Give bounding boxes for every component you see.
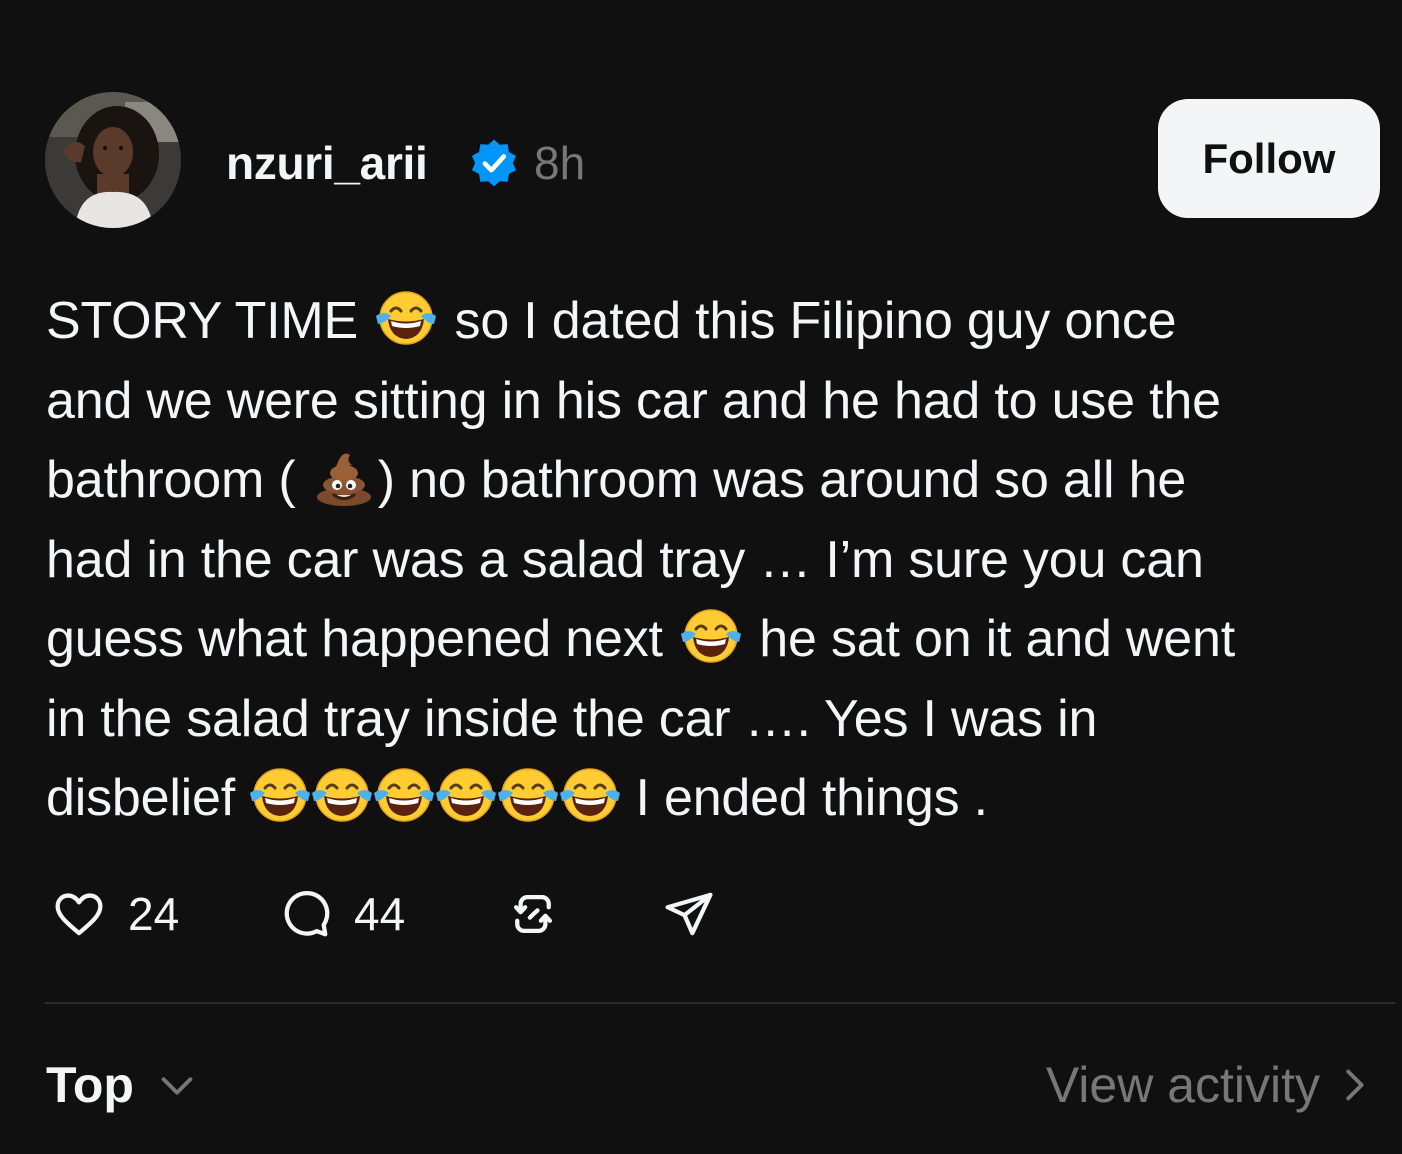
post-text-line: had in the car was a salad tray … I’m su… bbox=[46, 521, 1346, 601]
heart-icon bbox=[55, 893, 103, 936]
repost-icon bbox=[513, 894, 553, 934]
post-text-segment: and we were sitting in his car and he ha… bbox=[46, 371, 1221, 430]
send-icon bbox=[665, 892, 713, 936]
author-username[interactable]: nzuri_arii bbox=[226, 135, 428, 191]
face-with-tears-of-joy-emoji-icon bbox=[248, 763, 312, 827]
reply-count: 44 bbox=[354, 888, 406, 940]
post-header: nzuri_arii 8h Follow bbox=[45, 92, 1380, 228]
post-actions: 24 44 bbox=[52, 884, 752, 944]
face-with-tears-of-joy-emoji-icon bbox=[372, 763, 436, 827]
post-text-line: in the salad tray inside the car …. Yes … bbox=[46, 680, 1346, 760]
post-text-segment: had in the car was a salad tray … I’m su… bbox=[46, 530, 1204, 589]
post-text-segment: I ended things . bbox=[621, 769, 988, 827]
face-with-tears-of-joy-emoji-icon bbox=[679, 604, 743, 668]
view-activity-link[interactable]: View activity bbox=[1046, 1055, 1374, 1115]
post-text-segment: guess what happened next bbox=[46, 610, 678, 668]
chevron-right-icon bbox=[1346, 1069, 1364, 1101]
post-text-segment: disbelief bbox=[46, 769, 250, 827]
sort-label: Top bbox=[46, 1057, 134, 1113]
post-text-segment: in the salad tray inside the car …. Yes … bbox=[46, 689, 1098, 748]
post-text-segment: bathroom ( bbox=[46, 451, 310, 509]
post-text-line: disbelief I ended things . bbox=[46, 759, 1346, 839]
face-with-tears-of-joy-emoji-icon bbox=[496, 763, 560, 827]
like-button[interactable]: 24 bbox=[52, 884, 179, 944]
avatar[interactable] bbox=[45, 92, 181, 228]
post-text: STORY TIME so I dated this Filipino guy … bbox=[46, 282, 1346, 839]
comment-icon bbox=[284, 890, 330, 937]
post-text-segment: ) no bathroom was around so all he bbox=[377, 451, 1187, 509]
repost-button[interactable] bbox=[506, 884, 560, 944]
post-text-segment: STORY TIME bbox=[46, 292, 373, 350]
post-text-segment: he sat on it and went bbox=[745, 610, 1235, 668]
face-with-tears-of-joy-emoji-icon bbox=[310, 763, 374, 827]
post-text-segment: so I dated this Filipino guy once bbox=[440, 292, 1177, 350]
divider bbox=[45, 1002, 1395, 1004]
verified-badge-icon bbox=[471, 139, 517, 187]
face-with-tears-of-joy-emoji-icon bbox=[374, 286, 438, 350]
follow-button[interactable]: Follow bbox=[1158, 99, 1380, 218]
view-activity-label: View activity bbox=[1045, 1057, 1320, 1113]
share-button[interactable] bbox=[662, 884, 716, 944]
face-with-tears-of-joy-emoji-icon bbox=[558, 763, 622, 827]
post-text-line: bathroom ( ) no bathroom was around so a… bbox=[46, 441, 1346, 521]
like-count: 24 bbox=[128, 888, 180, 940]
replies-sort-dropdown[interactable]: Top bbox=[46, 1055, 200, 1115]
post-text-line: guess what happened next he sat on it an… bbox=[46, 600, 1346, 680]
pile-of-poo-emoji-icon bbox=[312, 445, 376, 509]
post-text-line: STORY TIME so I dated this Filipino guy … bbox=[46, 282, 1346, 362]
post-timestamp: 8h bbox=[534, 137, 586, 189]
face-with-tears-of-joy-emoji-icon bbox=[434, 763, 498, 827]
profile-photo-icon bbox=[45, 92, 181, 228]
reply-button[interactable]: 44 bbox=[278, 884, 405, 944]
post-text-line: and we were sitting in his car and he ha… bbox=[46, 362, 1346, 442]
chevron-down-icon bbox=[161, 1077, 193, 1095]
